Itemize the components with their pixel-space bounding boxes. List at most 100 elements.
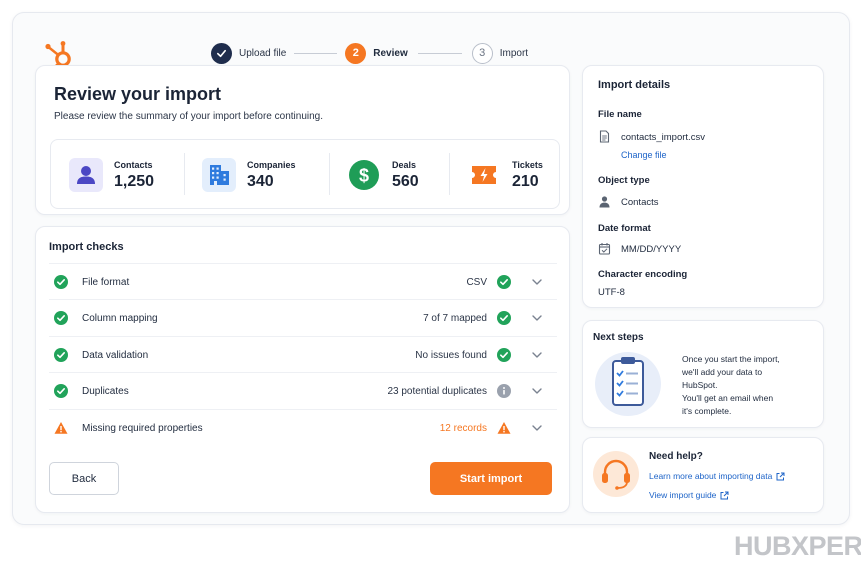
warning-icon [54, 422, 68, 434]
check-value: 23 potential duplicates [387, 386, 487, 397]
check-row-duplicates[interactable]: Duplicates 23 potential duplicates [49, 372, 557, 408]
watermark: HUBXPERT [734, 531, 861, 561]
stat-value: 1,250 [114, 173, 155, 190]
success-check-icon [54, 275, 68, 289]
back-button[interactable]: Back [49, 462, 119, 495]
stat-contacts: Contacts 1,250 [51, 140, 184, 208]
building-icon [202, 158, 236, 192]
person-icon [69, 158, 103, 192]
person-icon [599, 196, 610, 208]
headset-icon [593, 451, 639, 497]
next-steps-line: it's complete. [682, 406, 732, 416]
check-icon [211, 42, 232, 64]
section-title: Import checks [49, 241, 124, 253]
learn-more-link[interactable]: Learn more about importing data [649, 471, 785, 481]
start-import-button[interactable]: Start import [430, 462, 552, 495]
date-format-label: Date format [598, 223, 651, 234]
svg-text:$: $ [359, 166, 369, 186]
stat-label: Deals [392, 160, 417, 170]
need-help-card: Need help? Learn more about importing da… [582, 437, 824, 513]
next-steps-line: You'll get an email when [682, 393, 774, 403]
step-connector [294, 52, 338, 54]
success-check-icon [497, 311, 511, 325]
object-type-label: Object type [598, 175, 650, 186]
step-review[interactable]: 2 Review [345, 42, 408, 64]
step-upload-file[interactable]: Upload file [211, 42, 287, 64]
next-steps-line: Once you start the import, [682, 354, 780, 364]
success-check-icon [497, 275, 511, 289]
stat-label: Tickets [512, 160, 543, 170]
review-summary-card: Review your import Please review the sum… [35, 65, 570, 215]
success-check-icon [54, 311, 68, 325]
chevron-down-icon[interactable] [531, 422, 543, 434]
encoding-value: UTF-8 [598, 287, 625, 298]
success-check-icon [497, 348, 511, 362]
stat-companies: Companies 340 [184, 140, 329, 208]
check-name: Missing required properties [82, 423, 203, 434]
external-link-icon [776, 472, 785, 480]
import-details-card: Import details File name contacts_import… [582, 65, 824, 308]
chevron-down-icon[interactable] [531, 385, 543, 397]
check-row-file-format[interactable]: File format CSV [49, 263, 557, 299]
check-value: No issues found [415, 350, 487, 361]
section-title: Next steps [593, 332, 644, 343]
calendar-icon [598, 243, 611, 255]
stats-panel: Contacts 1,250 Companies 340 $ Deals 560… [50, 139, 560, 209]
check-value: CSV [466, 277, 487, 288]
stat-tickets: Tickets 210 [449, 140, 559, 208]
ticket-icon [467, 158, 501, 192]
step-label: Import [499, 47, 529, 59]
step-label: Upload file [239, 47, 287, 59]
success-check-icon [54, 384, 68, 398]
step-number: 3 [471, 42, 493, 64]
object-type-value: Contacts [621, 197, 659, 208]
next-steps-line: we'll add your data to [682, 367, 763, 377]
chevron-down-icon[interactable] [531, 312, 543, 324]
check-value: 7 of 7 mapped [423, 313, 487, 324]
stat-deals: $ Deals 560 [329, 140, 449, 208]
chevron-down-icon[interactable] [531, 276, 543, 288]
check-name: File format [82, 277, 130, 288]
import-checks-card: Import checks File format CSV Column map… [35, 226, 570, 513]
check-name: Column mapping [82, 313, 158, 324]
check-row-data-validation[interactable]: Data validation No issues found [49, 336, 557, 372]
file-name-label: File name [598, 109, 642, 120]
step-number: 2 [345, 42, 367, 64]
check-name: Data validation [82, 350, 149, 361]
stat-value: 340 [247, 173, 274, 190]
chevron-down-icon[interactable] [531, 349, 543, 361]
check-value: 12 records [439, 423, 487, 434]
link-text: Learn more about importing data [649, 471, 773, 481]
stat-label: Companies [247, 160, 296, 170]
next-steps-line: HubSpot. [682, 380, 718, 390]
info-icon [497, 384, 511, 398]
page-subtitle: Please review the summary of your import… [54, 111, 324, 122]
date-format-value: MM/DD/YYYY [621, 244, 682, 255]
section-title: Import details [598, 79, 671, 91]
check-name: Duplicates [82, 386, 129, 397]
link-text: View import guide [649, 490, 717, 500]
step-label: Review [373, 47, 408, 59]
clipboard-checklist-icon [595, 352, 661, 416]
view-guide-link[interactable]: View import guide [649, 490, 729, 500]
stat-value: 560 [392, 173, 419, 190]
step-import[interactable]: 3 Import [471, 42, 529, 64]
import-stepper: Upload file 2 Review 3 Import [211, 42, 528, 64]
step-connector [417, 52, 462, 54]
stat-label: Contacts [114, 160, 153, 170]
next-steps-card: Next steps Once you start the import, we… [582, 320, 824, 428]
check-row-column-mapping[interactable]: Column mapping 7 of 7 mapped [49, 299, 557, 335]
warning-icon [497, 422, 511, 434]
check-row-missing-required[interactable]: Missing required properties 12 records [49, 409, 557, 445]
encoding-label: Character encoding [598, 269, 688, 280]
success-check-icon [54, 348, 68, 362]
file-name-value: contacts_import.csv [621, 132, 705, 143]
change-file-link[interactable]: Change file [621, 150, 667, 160]
next-steps-text: Once you start the import, we'll add you… [682, 353, 818, 418]
file-icon [599, 130, 610, 143]
section-title: Need help? [649, 451, 703, 462]
dollar-icon: $ [347, 158, 381, 192]
page-title: Review your import [54, 84, 222, 104]
external-link-icon [720, 491, 729, 499]
stat-value: 210 [512, 173, 539, 190]
